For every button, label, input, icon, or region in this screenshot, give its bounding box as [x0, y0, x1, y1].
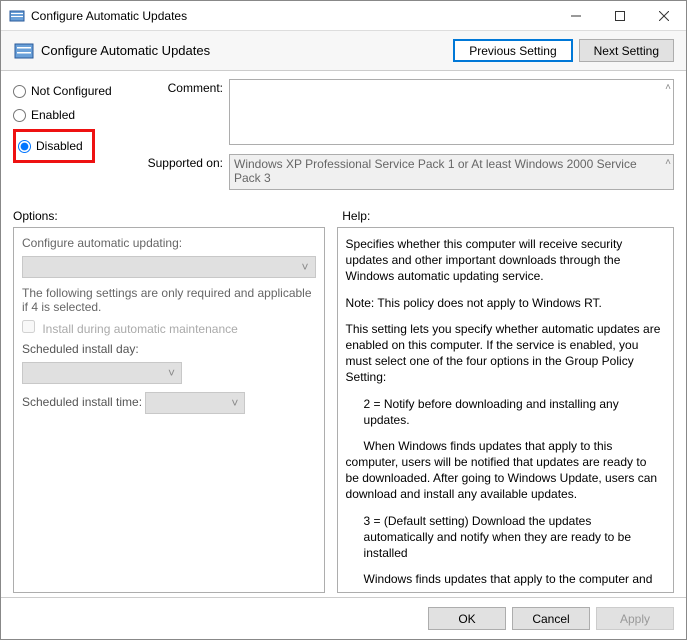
previous-setting-button[interactable]: Previous Setting: [453, 39, 572, 62]
supported-label: Supported on:: [133, 154, 223, 193]
help-paragraph: Note: This policy does not apply to Wind…: [346, 295, 661, 311]
radio-not-configured-input[interactable]: [13, 85, 26, 98]
scroll-up-icon: ˄: [665, 82, 671, 93]
help-label: Help:: [330, 209, 674, 223]
state-radios: Not Configured Enabled Disabled: [13, 79, 133, 199]
supported-on-text: Windows XP Professional Service Pack 1 o…: [229, 154, 674, 190]
maximize-button[interactable]: [598, 1, 642, 31]
next-setting-button[interactable]: Next Setting: [579, 39, 674, 62]
radio-disabled[interactable]: Disabled: [18, 134, 86, 158]
help-pane[interactable]: Specifies whether this computer will rec…: [337, 227, 674, 593]
comment-label: Comment:: [133, 79, 223, 148]
radio-not-configured[interactable]: Not Configured: [13, 79, 133, 103]
radio-label: Not Configured: [31, 84, 112, 98]
header: Configure Automatic Updates Previous Set…: [1, 31, 686, 71]
options-heading: Configure automatic updating:: [22, 236, 316, 250]
day-label: Scheduled install day:: [22, 342, 316, 356]
options-label: Options:: [13, 209, 330, 223]
radio-label: Disabled: [36, 139, 83, 153]
footer: OK Cancel Apply: [1, 597, 686, 639]
window-title: Configure Automatic Updates: [31, 9, 554, 23]
cancel-button[interactable]: Cancel: [512, 607, 590, 630]
comment-input[interactable]: [229, 79, 674, 145]
help-paragraph: 2 = Notify before downloading and instal…: [364, 396, 661, 428]
help-paragraph: Specifies whether this computer will rec…: [346, 236, 661, 285]
help-paragraph: 3 = (Default setting) Download the updat…: [364, 513, 661, 562]
radio-enabled-input[interactable]: [13, 109, 26, 122]
help-paragraph: Windows finds updates that apply to the …: [364, 571, 661, 587]
apply-button[interactable]: Apply: [596, 607, 674, 630]
maintenance-checkbox-label: Install during automatic maintenance: [42, 322, 237, 336]
options-pane: Configure automatic updating: ˅ The foll…: [13, 227, 325, 593]
titlebar: Configure Automatic Updates: [1, 1, 686, 31]
options-note: The following settings are only required…: [22, 286, 316, 314]
radio-label: Enabled: [31, 108, 75, 122]
time-label: Scheduled install time:: [22, 395, 142, 409]
update-mode-select: ˅: [22, 256, 316, 278]
policy-icon: [13, 40, 35, 62]
scroll-up-icon: ˄: [665, 157, 671, 168]
header-title: Configure Automatic Updates: [41, 43, 447, 58]
minimize-button[interactable]: [554, 1, 598, 31]
help-paragraph: When Windows finds updates that apply to…: [346, 439, 658, 502]
close-button[interactable]: [642, 1, 686, 31]
ok-button[interactable]: OK: [428, 607, 506, 630]
policy-icon: [9, 8, 25, 24]
dialog-window: Configure Automatic Updates Configure Au…: [0, 0, 687, 640]
help-text: Specifies whether this computer will rec…: [346, 236, 665, 587]
day-select: ˅: [22, 362, 182, 384]
highlight-box: Disabled: [13, 129, 95, 163]
help-paragraph: This setting lets you specify whether au…: [346, 321, 661, 386]
maintenance-checkbox: [22, 320, 35, 333]
radio-disabled-input[interactable]: [18, 140, 31, 153]
radio-enabled[interactable]: Enabled: [13, 103, 133, 127]
maintenance-checkbox-row: Install during automatic maintenance: [22, 320, 316, 336]
time-select: ˅: [145, 392, 245, 414]
